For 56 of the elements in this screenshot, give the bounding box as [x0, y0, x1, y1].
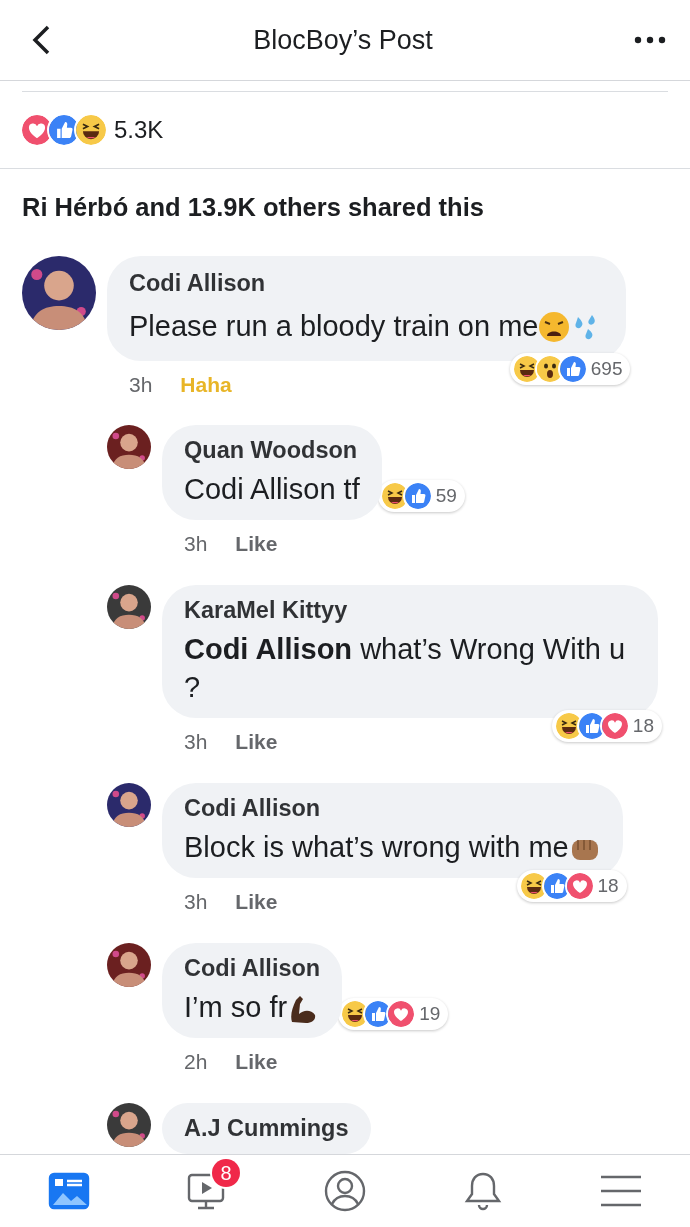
laughing-face-icon [520, 873, 547, 899]
comment-author: KaraMel Kittyy [184, 597, 349, 624]
reaction-link[interactable]: Like [235, 1050, 278, 1074]
tab-button[interactable]: 8 [172, 1161, 242, 1221]
love-icon [388, 1001, 415, 1027]
reactions-pill[interactable]: 19 [338, 998, 449, 1030]
reaction-count: 18 [597, 875, 619, 897]
love-icon [566, 873, 593, 899]
laughing-face-icon [513, 356, 540, 382]
like-icon [578, 713, 605, 739]
like-icon [543, 873, 570, 899]
comment-text: Codi Allison what’s Wrong With u ? [184, 632, 627, 705]
reactions-pill[interactable]: 695 [509, 353, 631, 385]
comment-author: Codi Allison [184, 955, 321, 982]
reaction-count: 19 [419, 1003, 441, 1025]
reaction-total[interactable]: 5.3K [114, 116, 164, 144]
comment-author: Codi Allison [129, 270, 267, 297]
love-icon [601, 713, 628, 739]
like-icon [365, 1001, 392, 1027]
reaction-link[interactable]: Like [235, 532, 278, 556]
surprised-face-icon [536, 356, 563, 382]
like-icon [49, 115, 79, 145]
more-icon[interactable] [634, 36, 666, 44]
reaction-link[interactable]: Like [235, 890, 278, 914]
reaction-count: 18 [632, 715, 654, 737]
reaction-count: 59 [435, 485, 457, 507]
reactions-pill[interactable]: 18 [516, 870, 627, 902]
notification-badge: 8 [212, 1159, 240, 1187]
laughing-face-icon [381, 483, 408, 509]
comment-author: Codi Allison [184, 795, 322, 822]
comment-text: Please run a bloody train on me [129, 309, 539, 344]
comment-time: 2h [184, 1050, 208, 1074]
profile-icon [323, 1169, 367, 1213]
love-icon [22, 115, 52, 145]
laughing-face-icon [555, 713, 582, 739]
reaction-link[interactable]: Like [235, 730, 278, 754]
like-icon [404, 483, 431, 509]
comment-time: 3h [129, 373, 153, 397]
reactions-pill[interactable]: 18 [551, 710, 662, 742]
laughing-face-icon [342, 1001, 369, 1027]
comment-text: I’m so fr [184, 990, 288, 1025]
reactions-pill[interactable]: 59 [377, 480, 465, 512]
shares-text[interactable]: Ri Hérbó and 13.9K others shared this [22, 169, 668, 256]
comment-time: 3h [184, 890, 208, 914]
comment-text: Block is what’s wrong with me [184, 830, 569, 865]
comment-time: 3h [184, 730, 208, 754]
like-icon [559, 356, 586, 382]
back-icon[interactable] [30, 24, 52, 56]
comment-author: A.J Cummings [184, 1115, 349, 1142]
reaction-count: 695 [590, 358, 623, 380]
comment-author: Quan Woodson [184, 437, 359, 464]
comment-text: Codi Allison tf [184, 472, 360, 507]
page-title: BlocBoy’s Post [253, 24, 433, 56]
comment-time: 3h [184, 532, 208, 556]
weary-face-icon [538, 311, 571, 343]
laughing-face-icon [76, 115, 106, 145]
